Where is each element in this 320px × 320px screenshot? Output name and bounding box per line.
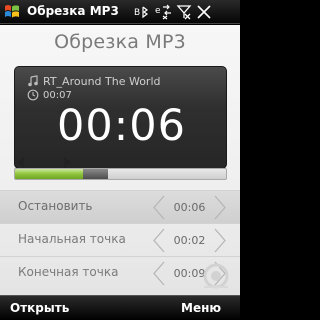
windows-start-icon[interactable]: [2, 2, 23, 22]
bluetooth-icon: B: [134, 6, 149, 19]
softkey-bar: Открыть Меню: [0, 295, 240, 320]
title-bar: Обрезка MP3 B e: [0, 0, 240, 24]
app-title: Обрезка MP3: [27, 4, 119, 18]
end-marker-icon[interactable]: [64, 157, 72, 168]
music-note-icon: [28, 75, 38, 87]
svg-text:B: B: [134, 8, 140, 18]
start-point-label: Начальная точка: [18, 232, 126, 246]
stop-time-spinner[interactable]: 00:06: [151, 195, 228, 220]
stop-label: Остановить: [18, 199, 93, 213]
player-display: RT_Around The World 00:07 00:06: [14, 66, 227, 169]
close-icon[interactable]: [196, 4, 212, 20]
start-marker-icon[interactable]: [16, 157, 24, 168]
main-panel: Обрезка MP3 RT_Around The World 00:07 00…: [0, 25, 240, 295]
chevron-left-icon[interactable]: [151, 195, 166, 220]
progress-bar[interactable]: [14, 168, 227, 180]
chevron-left-icon[interactable]: [151, 228, 166, 253]
chevron-right-icon[interactable]: [213, 195, 228, 220]
data-connection-icon: e: [155, 4, 171, 20]
row-stop[interactable]: Остановить 00:06: [0, 191, 240, 223]
svg-text:e: e: [155, 6, 161, 16]
clock-icon: [27, 89, 39, 101]
start-point-value: 00:02: [173, 234, 206, 247]
open-softkey[interactable]: Открыть: [10, 301, 69, 315]
current-time: 00:06: [57, 101, 186, 151]
start-point-spinner[interactable]: 00:02: [151, 228, 228, 253]
row-start-point[interactable]: Начальная точка 00:02: [0, 224, 240, 256]
end-point-label: Конечная точка: [18, 265, 119, 279]
chevron-right-icon[interactable]: [213, 228, 228, 253]
progress-selection: [82, 169, 108, 179]
track-name: RT_Around The World: [43, 75, 161, 88]
track-duration: 00:07: [43, 90, 72, 101]
progress-played: [15, 169, 83, 179]
chevron-left-icon[interactable]: [151, 261, 166, 286]
menu-softkey[interactable]: Меню: [181, 301, 221, 315]
page-title: Обрезка MP3: [54, 31, 186, 53]
watermark-logo-icon: [203, 263, 229, 289]
stop-time-value: 00:06: [173, 201, 206, 214]
signal-off-icon: [176, 5, 192, 20]
